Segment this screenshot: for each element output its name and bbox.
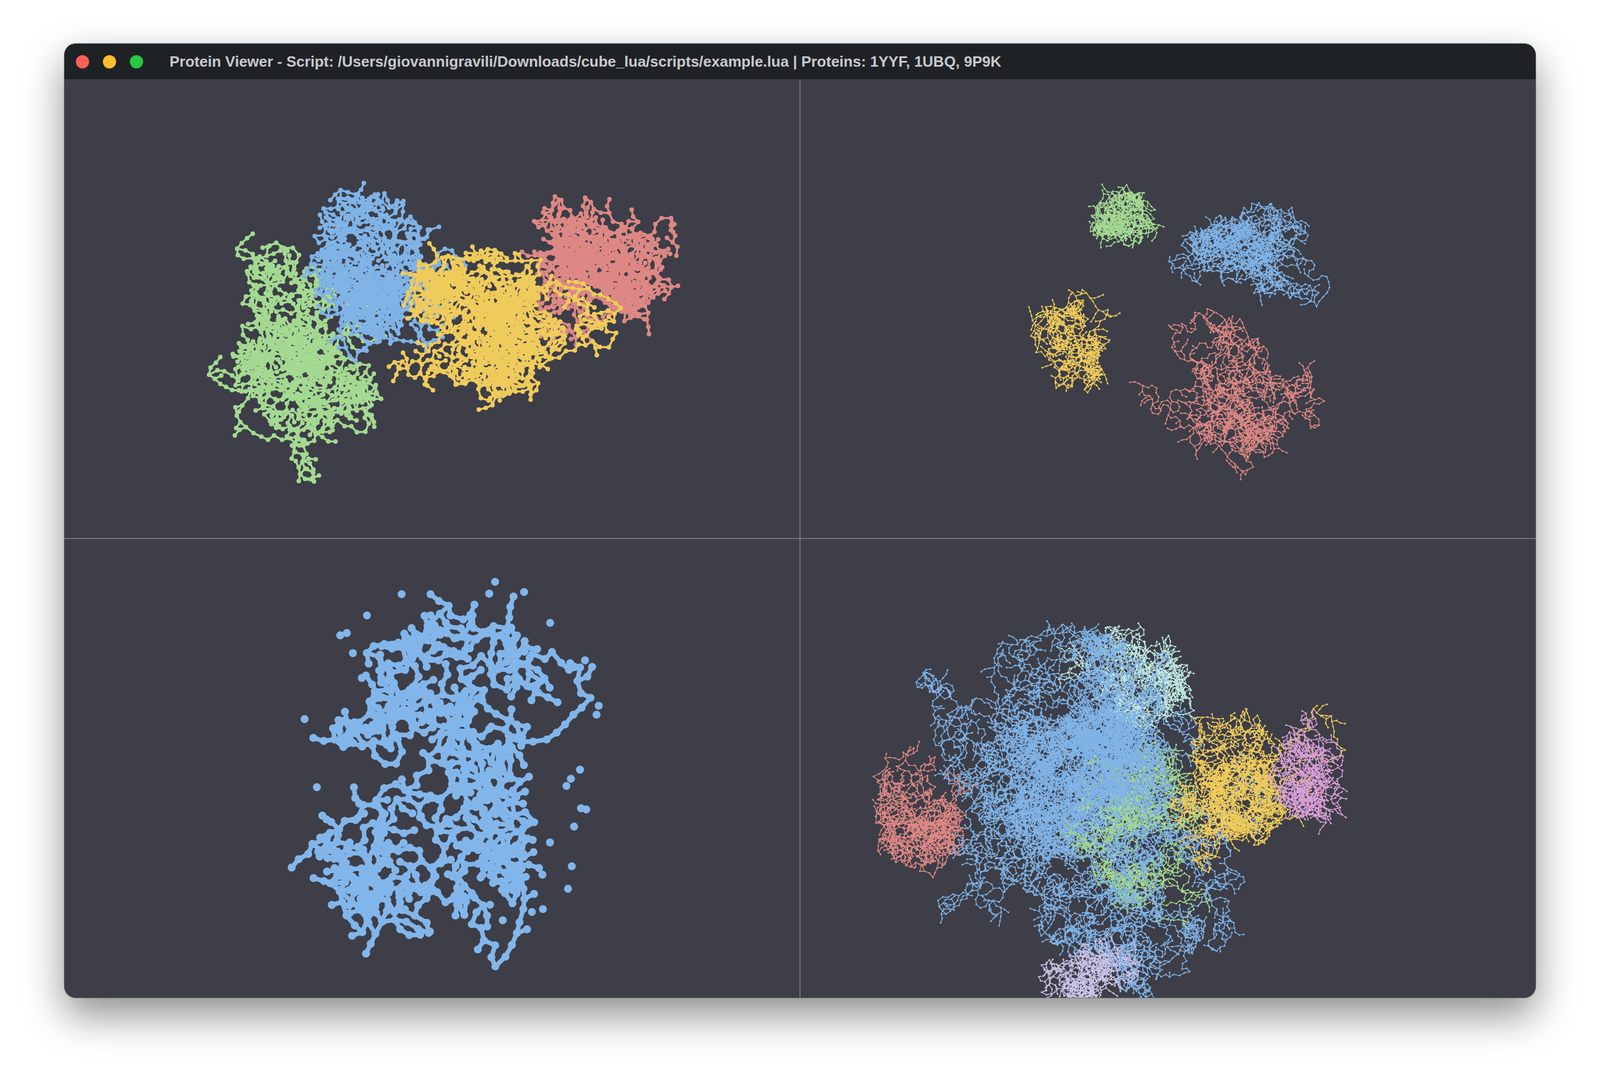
molecule-view[interactable] [64, 539, 800, 998]
app-window: Protein Viewer - Script: /Users/giovanni… [64, 43, 1536, 998]
viewport[interactable] [64, 539, 800, 998]
molecule-view[interactable] [800, 79, 1536, 538]
protein-chain [1028, 289, 1120, 393]
protein-chain [1129, 308, 1325, 480]
protein-chain [1267, 710, 1347, 834]
molecule-view[interactable] [64, 79, 800, 538]
protein-chain [872, 741, 978, 878]
viewport-grid [64, 79, 1536, 998]
protein-chain [1168, 202, 1330, 307]
protein-chain [291, 581, 599, 967]
protein-chain [938, 621, 1245, 998]
viewport[interactable] [64, 79, 800, 538]
viewport[interactable] [800, 79, 1536, 538]
title-bar: Protein Viewer - Script: /Users/giovanni… [64, 43, 1536, 80]
viewport[interactable] [800, 539, 1536, 998]
protein-chain [1089, 184, 1164, 248]
window-title: Protein Viewer - Script: /Users/giovanni… [169, 50, 1002, 73]
close-icon[interactable] [75, 55, 90, 69]
molecule-view[interactable] [800, 539, 1536, 998]
minimize-icon[interactable] [102, 55, 117, 69]
protein-chain [389, 243, 621, 410]
zoom-icon[interactable] [129, 55, 144, 69]
